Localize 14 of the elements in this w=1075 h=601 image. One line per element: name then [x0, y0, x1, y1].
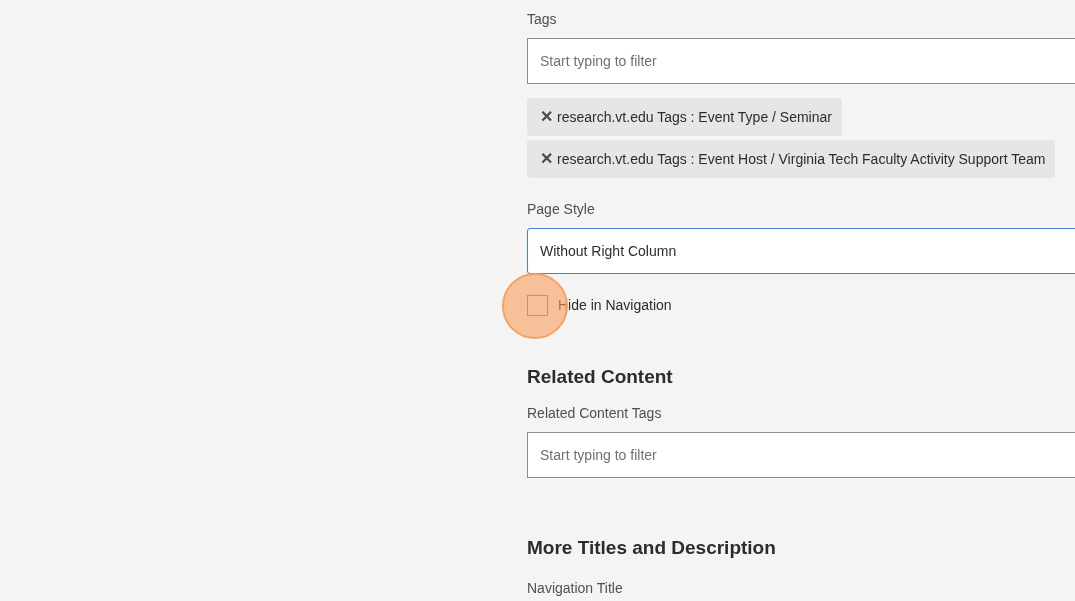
remove-tag-button[interactable]: ✕: [540, 151, 553, 167]
input-field[interactable]: Start typing to filter: [527, 431, 1075, 478]
field-label: Related Content Tags: [527, 403, 663, 423]
field-label: Page Style: [527, 200, 596, 219]
tag-text: research.vt.edu Tags : Event Host / Virginia Tech Faculty Activity Support Team: [557, 149, 1046, 169]
remove-tag-button[interactable]: ✕: [540, 109, 553, 125]
section-heading: More Titles and Description: [527, 535, 777, 560]
section-heading: Related Content: [527, 365, 674, 389]
checkbox[interactable]: [527, 295, 548, 316]
tag-text: research.vt.edu Tags : Event Type / Seminar: [557, 107, 832, 127]
input-field[interactable]: Start typing to filter: [527, 38, 1075, 84]
field-label: Tags: [527, 10, 558, 29]
field-label: Navigation Title: [527, 579, 624, 598]
page-style-select[interactable]: Without Right Column: [527, 228, 1075, 274]
